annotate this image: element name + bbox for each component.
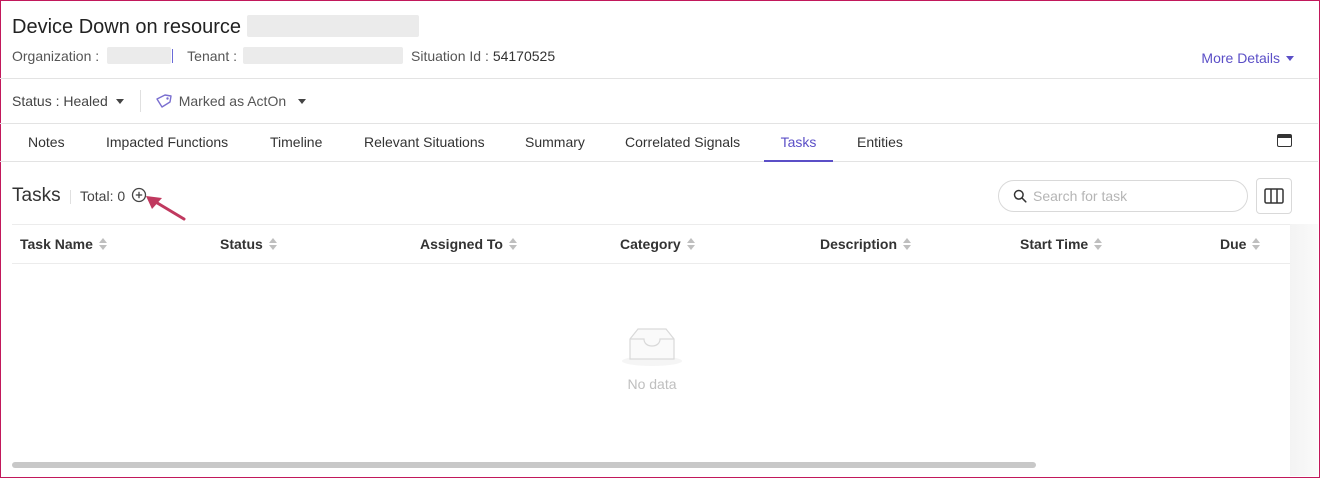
- acton-dropdown[interactable]: Marked as ActOn: [155, 93, 307, 109]
- more-details-toggle[interactable]: More Details: [1201, 50, 1294, 66]
- meta-separator: [172, 48, 174, 63]
- search-input[interactable]: [1033, 188, 1233, 204]
- caret-down-icon: [115, 98, 124, 104]
- acton-label: Marked as ActOn: [178, 93, 287, 109]
- column-header-due[interactable]: Due: [1220, 225, 1261, 263]
- empty-state-text: No data: [627, 376, 677, 392]
- caret-down-icon: [1286, 55, 1294, 61]
- column-settings-button[interactable]: [1256, 178, 1292, 214]
- status-label: Status : Healed: [12, 93, 108, 109]
- situation-tabs: Notes Impacted Functions Timeline Releva…: [0, 124, 1318, 162]
- column-label: Due: [1220, 236, 1247, 252]
- search-icon: [1013, 189, 1027, 203]
- tab-entities[interactable]: Entities: [857, 124, 903, 162]
- scrollbar-thumb[interactable]: [12, 462, 1036, 468]
- column-header-description[interactable]: Description: [820, 225, 912, 263]
- column-label: Start Time: [1020, 236, 1089, 252]
- redacted-resource-name: [247, 14, 419, 37]
- tab-correlated-signals[interactable]: Correlated Signals: [625, 124, 740, 162]
- tasks-total-count: Total: 0: [80, 188, 126, 204]
- column-header-task-name[interactable]: Task Name: [20, 225, 107, 263]
- column-label: Task Name: [20, 236, 93, 252]
- column-header-category[interactable]: Category: [620, 225, 695, 263]
- column-header-start-time[interactable]: Start Time: [1020, 225, 1103, 263]
- page-title: Device Down on resource: [12, 14, 419, 39]
- sort-icon[interactable]: [508, 238, 517, 250]
- caret-down-icon: [298, 98, 307, 104]
- task-search-box[interactable]: [998, 180, 1248, 212]
- tab-notes[interactable]: Notes: [28, 124, 65, 162]
- tab-tasks[interactable]: Tasks: [764, 124, 833, 162]
- tab-relevant-situations[interactable]: Relevant Situations: [364, 124, 485, 162]
- situation-meta: Organization : Tenant : Situation Id : 5…: [12, 47, 555, 64]
- sort-icon[interactable]: [268, 238, 277, 250]
- redacted-tenant: [243, 47, 403, 64]
- tasks-heading: Tasks: [12, 185, 61, 206]
- column-label: Description: [820, 236, 898, 252]
- annotation-arrow-icon: [146, 196, 186, 221]
- column-label: Category: [620, 236, 681, 252]
- column-label: Assigned To: [420, 236, 503, 252]
- situation-header: Device Down on resource Organization : T…: [0, 0, 1318, 79]
- more-details-label: More Details: [1201, 50, 1280, 66]
- sort-icon[interactable]: [1252, 238, 1261, 250]
- situation-id-value: 54170525: [492, 47, 556, 64]
- situation-id-label: Situation Id :: [411, 47, 489, 64]
- panel-toggle-icon[interactable]: [1277, 134, 1292, 147]
- sort-icon[interactable]: [686, 238, 695, 250]
- column-header-status[interactable]: Status: [220, 225, 277, 263]
- sort-icon[interactable]: [1094, 238, 1103, 250]
- organization-label: Organization :: [12, 47, 100, 64]
- tenant-label: Tenant :: [187, 47, 237, 64]
- empty-inbox-icon: [622, 328, 682, 366]
- table-right-shadow: [1290, 224, 1318, 476]
- horizontal-scrollbar[interactable]: [12, 462, 1290, 470]
- tab-summary[interactable]: Summary: [525, 124, 585, 162]
- tag-icon: [156, 94, 172, 108]
- empty-state: No data: [600, 325, 704, 392]
- redacted-organization: [107, 47, 172, 64]
- sort-icon[interactable]: [903, 238, 912, 250]
- sort-icon[interactable]: [98, 238, 107, 250]
- column-header-assigned-to[interactable]: Assigned To: [420, 225, 517, 263]
- tasks-table-header: Task Name Status Assigned To Category De…: [12, 224, 1290, 264]
- tab-impacted-functions[interactable]: Impacted Functions: [106, 124, 228, 162]
- status-dropdown[interactable]: Status : Healed: [12, 93, 124, 109]
- columns-icon: [1264, 188, 1284, 204]
- status-divider: [139, 90, 141, 112]
- title-text: Device Down on resource: [12, 16, 241, 38]
- status-bar: Status : Healed Marked as ActOn: [0, 79, 1318, 124]
- tasks-divider: [70, 190, 71, 204]
- tab-timeline[interactable]: Timeline: [270, 124, 322, 162]
- column-label: Status: [220, 236, 263, 252]
